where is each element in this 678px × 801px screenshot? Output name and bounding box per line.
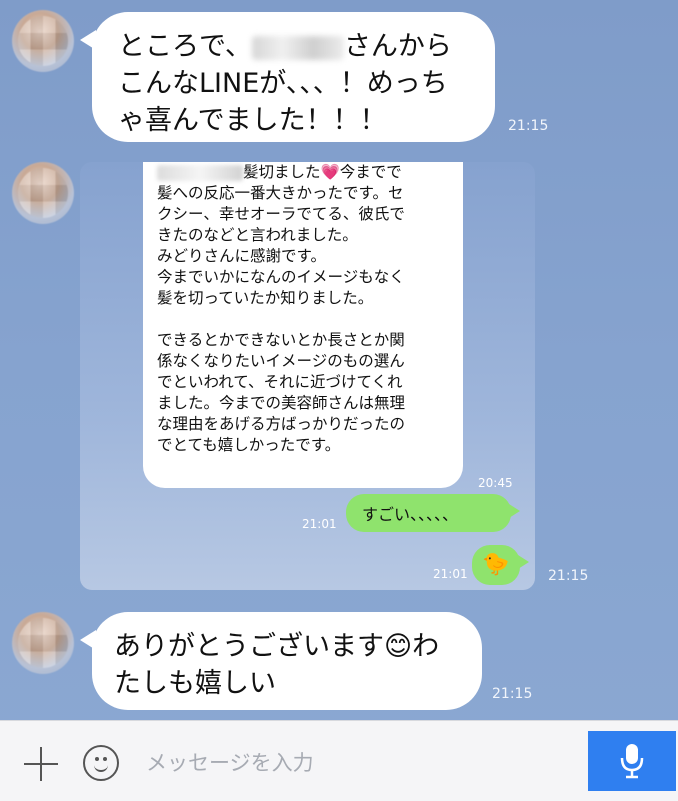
screenshot-text-line: でといわれて、それに近づけてくれ [157, 373, 403, 391]
screenshot-text-line: できるとかできないとか長さとか関 [157, 331, 405, 349]
screenshot-timestamp: 21:01 [433, 567, 468, 581]
plus-icon[interactable] [24, 747, 58, 781]
message-text-line: たしも嬉しい [114, 668, 276, 699]
screenshot-text-line: 髪を切っていたか知りました。 [157, 289, 374, 307]
avatar[interactable] [12, 612, 74, 674]
screenshot-text-line: きたのなどと言われました。 [157, 226, 358, 244]
blurred-name [251, 35, 344, 60]
microphone-button[interactable] [588, 731, 676, 791]
message-timestamp: 21:15 [548, 568, 589, 584]
avatar[interactable] [12, 162, 74, 224]
message-bubble[interactable]: ありがとうございます😊わ たしも嬉しい [80, 612, 482, 710]
chat-area[interactable]: ところで、 さんからこんなLINEが、、、！めっちゃ喜んでました！！！ 21:15… [0, 0, 678, 720]
screenshot-text-line: 係なくなりたいイメージのもの選ん [157, 352, 405, 370]
message-timestamp: 21:15 [492, 686, 533, 702]
screenshot-text-line: 今までいかになんのイメージもなく [157, 268, 405, 286]
message-input-bar: メッセージを入力 [0, 720, 678, 801]
smiley-icon[interactable] [83, 745, 119, 781]
message-text-part: ところで、 [118, 31, 252, 62]
screenshot-timestamp: 20:45 [478, 476, 513, 490]
screenshot-text-line: な理由をあげる方ばっかりだったの [157, 415, 406, 433]
message-text-line: ありがとうございます😊わ [114, 631, 440, 662]
screenshot-text-line: 髪切ました💗今までで [157, 162, 449, 183]
blurred-name [157, 164, 243, 181]
screenshot-text-line: でとても嬉しかったです。 [157, 436, 341, 454]
screenshot-received-bubble: 髪切ました💗今までで 髪への反応一番大きかったです。セ クシー、幸せオーラでてる… [143, 162, 463, 488]
message-input[interactable]: メッセージを入力 [146, 747, 314, 777]
avatar[interactable] [12, 10, 74, 72]
screenshot-text-line: ました。今までの美容師さんは無理 [157, 394, 406, 412]
smiling-face-icon: 😊 [384, 631, 413, 662]
message-bubble[interactable]: ところで、 さんからこんなLINEが、、、！めっちゃ喜んでました！！！ [80, 12, 495, 142]
screenshot-blank-line [157, 309, 449, 330]
screenshot-text-line: 髪への反応一番大きかったです。セ [157, 184, 404, 202]
screenshot-text-line: みどりさんに感謝です。 [157, 247, 326, 265]
screenshot-image[interactable]: 髪切ました💗今までで 髪への反応一番大きかったです。セ クシー、幸せオーラでてる… [80, 162, 535, 590]
screenshot-sticker-bubble: 🐤 [472, 545, 529, 585]
message-timestamp: 21:15 [508, 118, 549, 134]
screenshot-sent-bubble: すごい、、、、、 [346, 494, 520, 532]
bird-sticker-icon: 🐤 [482, 552, 510, 577]
microphone-icon [620, 744, 644, 779]
screenshot-timestamp: 21:01 [302, 517, 337, 531]
screenshot-text-line: クシー、幸せオーラでてる、彼氏で [157, 205, 405, 223]
